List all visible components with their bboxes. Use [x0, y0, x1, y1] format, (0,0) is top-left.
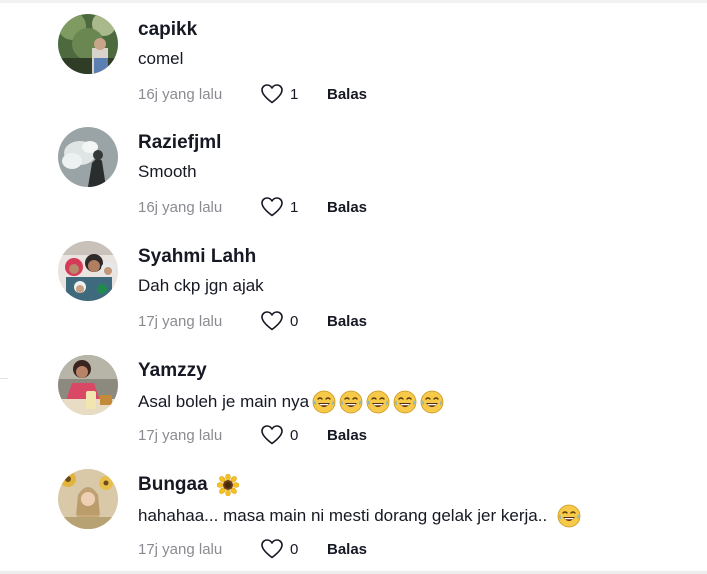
comment-meta: 17j yang lalu 0 Balas — [138, 423, 367, 447]
comment-item: Bungaa hahahaa... masa main ni mesti dor… — [58, 469, 698, 569]
heart-outline-icon — [261, 311, 283, 331]
scroll-marker — [0, 378, 8, 379]
like-count: 1 — [290, 85, 299, 103]
comment-item: Syahmi Lahh Dah ckp jgn ajak 17j yang la… — [58, 241, 698, 341]
avatar[interactable] — [58, 469, 118, 529]
face-with-tears-of-joy-icon — [339, 390, 363, 414]
comment-username[interactable]: Syahmi Lahh — [138, 246, 256, 268]
like-button[interactable]: 0 — [261, 425, 327, 445]
reply-button[interactable]: Balas — [327, 427, 367, 444]
like-count: 1 — [290, 198, 299, 216]
like-button[interactable]: 1 — [261, 197, 327, 217]
like-count: 0 — [290, 312, 299, 330]
face-with-tears-of-joy-icon — [366, 390, 390, 414]
sunflower-icon — [216, 474, 239, 496]
heart-outline-icon — [261, 197, 283, 217]
face-with-tears-of-joy-icon — [312, 390, 336, 414]
comment-time: 17j yang lalu — [138, 540, 223, 558]
reply-button[interactable]: Balas — [327, 86, 367, 103]
comment-meta: 16j yang lalu 1 Balas — [138, 195, 367, 219]
comment-item: capikk comel 16j yang lalu 1 Balas — [58, 14, 698, 114]
comment-time: 17j yang lalu — [138, 426, 223, 444]
comment-time: 17j yang lalu — [138, 312, 223, 330]
comment-item: Yamzzy Asal boleh je main nya 17j yang l… — [58, 355, 698, 455]
avatar[interactable] — [58, 241, 118, 301]
comment-text: Smooth — [138, 162, 197, 181]
comment-username[interactable]: Raziefjml — [138, 132, 221, 154]
comment-time: 16j yang lalu — [138, 198, 223, 216]
comment-text: hahahaa... masa main ni mesti dorang gel… — [138, 504, 581, 528]
heart-outline-icon — [261, 425, 283, 445]
reply-button[interactable]: Balas — [327, 541, 367, 558]
comment-username[interactable]: Yamzzy — [138, 360, 207, 382]
reply-button[interactable]: Balas — [327, 199, 367, 216]
heart-outline-icon — [261, 539, 283, 559]
face-with-tears-of-joy-icon — [393, 390, 417, 414]
reply-button[interactable]: Balas — [327, 313, 367, 330]
comment-item: Raziefjml Smooth 16j yang lalu 1 Balas — [58, 127, 698, 227]
like-count: 0 — [290, 426, 299, 444]
avatar[interactable] — [58, 355, 118, 415]
top-divider — [0, 0, 707, 3]
like-button[interactable]: 0 — [261, 311, 327, 331]
face-with-tears-of-joy-icon — [420, 390, 444, 414]
comment-username[interactable]: Bungaa — [138, 474, 239, 496]
comment-text: comel — [138, 49, 184, 68]
like-button[interactable]: 0 — [261, 539, 327, 559]
avatar[interactable] — [58, 14, 118, 74]
comment-username[interactable]: capikk — [138, 19, 197, 41]
like-count: 0 — [290, 540, 299, 558]
comment-meta: 17j yang lalu 0 Balas — [138, 309, 367, 333]
heart-outline-icon — [261, 84, 283, 104]
comment-meta: 17j yang lalu 0 Balas — [138, 537, 367, 561]
comment-text: Asal boleh je main nya — [138, 390, 444, 414]
comment-text: Dah ckp jgn ajak — [138, 276, 264, 295]
comment-meta: 16j yang lalu 1 Balas — [138, 82, 367, 106]
like-button[interactable]: 1 — [261, 84, 327, 104]
face-with-tears-of-joy-icon — [557, 504, 581, 528]
comment-time: 16j yang lalu — [138, 85, 223, 103]
avatar[interactable] — [58, 127, 118, 187]
